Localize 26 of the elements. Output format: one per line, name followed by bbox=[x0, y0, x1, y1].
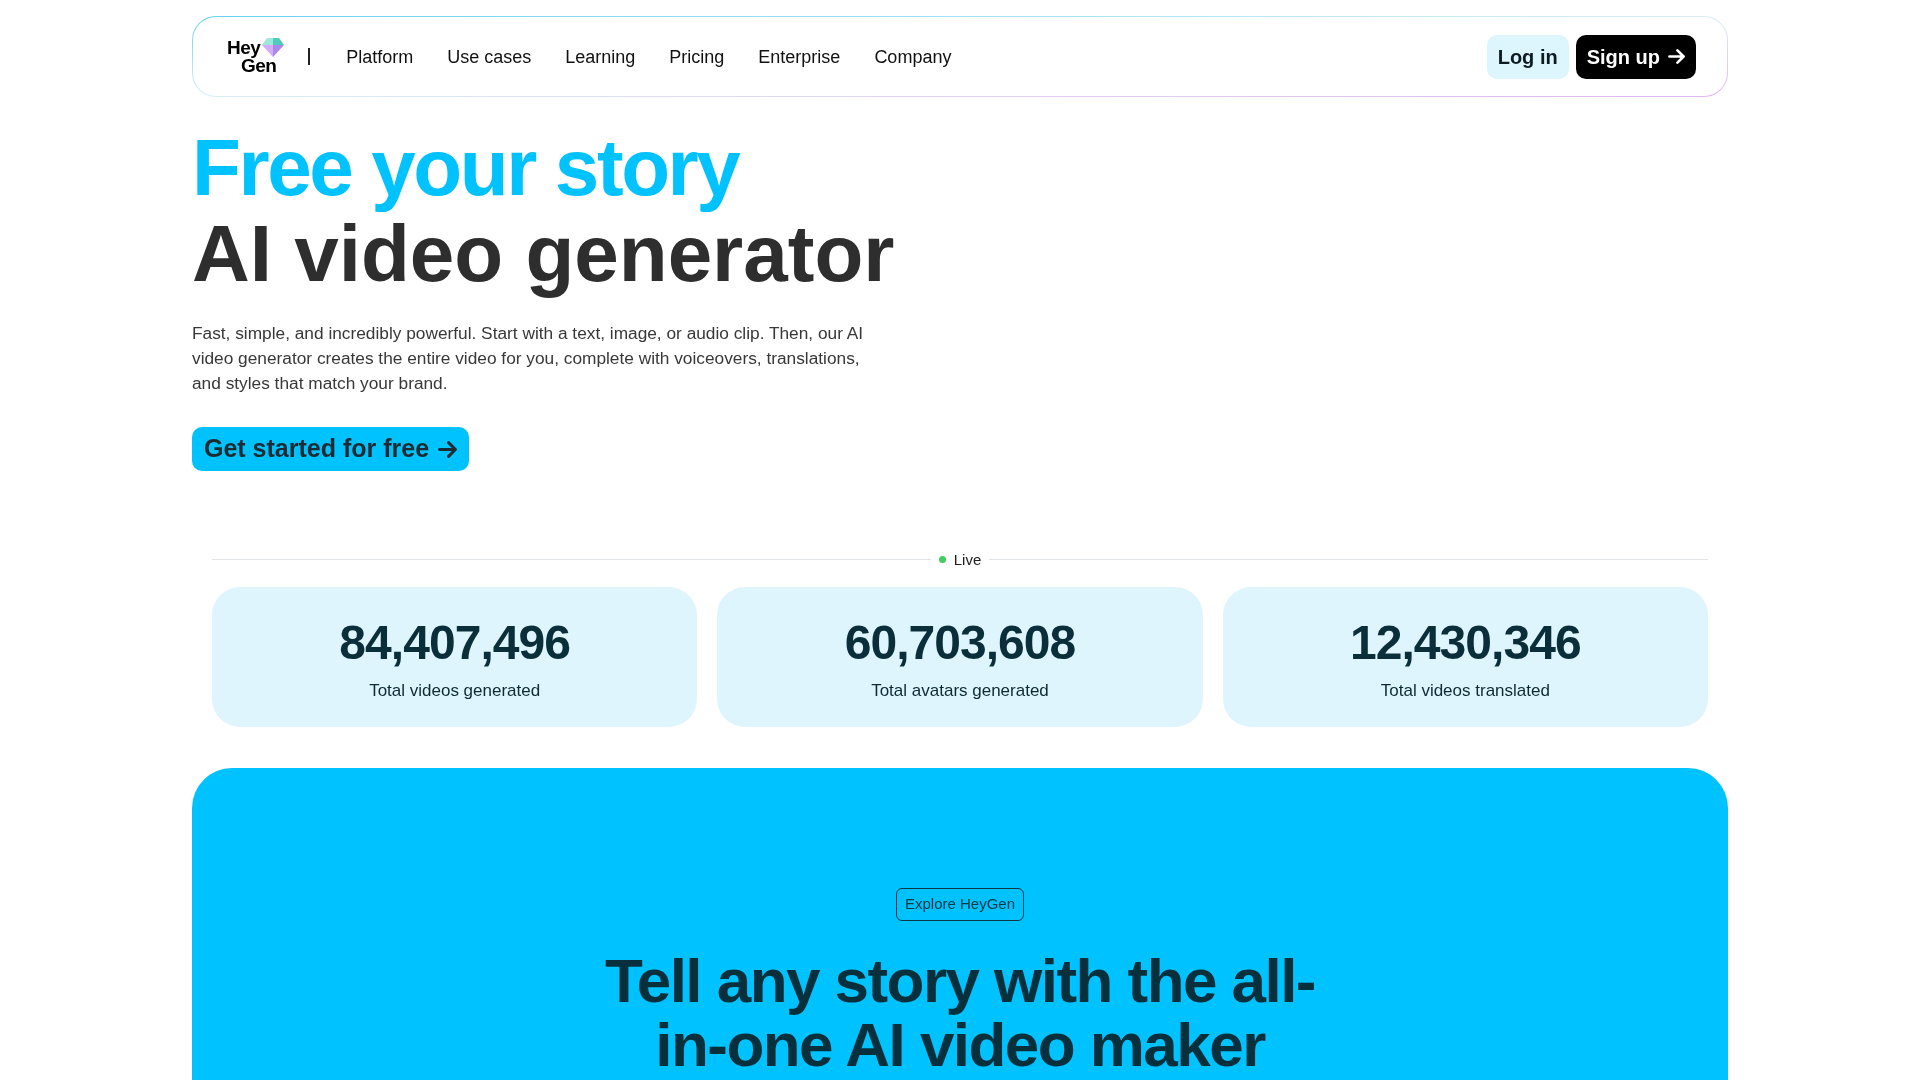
nav-link[interactable]: Pricing bbox=[669, 47, 725, 66]
nav-link[interactable]: Learning bbox=[565, 47, 636, 66]
hero-description: Fast, simple, and incredibly powerful. Start with a text, image, or audio clip. Then, our AI video generator creates the entire video for you, complete with voiceovers, translations, and styles that match your brand. bbox=[192, 322, 865, 395]
get-started-button[interactable]: Get started for free bbox=[192, 427, 470, 471]
stat-label: Total avatars generated bbox=[871, 680, 1049, 702]
login-button[interactable]: Log in bbox=[1486, 34, 1569, 79]
nav-link[interactable]: Company bbox=[874, 47, 952, 66]
nav-link[interactable]: Platform bbox=[346, 47, 414, 66]
nav-link[interactable]: Enterprise bbox=[758, 47, 841, 66]
nav-link[interactable]: Use cases bbox=[447, 47, 532, 66]
stat-value: 84,407,496 bbox=[339, 619, 570, 667]
arrow-right-icon bbox=[1668, 48, 1685, 65]
logo-text[interactable]: Hey bbox=[227, 38, 261, 57]
logo-text[interactable]: Gen bbox=[241, 56, 277, 75]
stat-value: 12,430,346 bbox=[1350, 619, 1581, 667]
gem-logo-icon bbox=[262, 37, 285, 57]
live-label: Live bbox=[953, 551, 982, 567]
stat-label: Total videos generated bbox=[369, 680, 541, 702]
stat-label: Total videos translated bbox=[1380, 680, 1550, 702]
explore-badge: Explore HeyGen bbox=[895, 888, 1025, 921]
signup-button[interactable]: Sign up bbox=[1575, 34, 1696, 79]
stat-value: 60,703,608 bbox=[844, 619, 1076, 667]
arrow-right-icon bbox=[438, 439, 458, 459]
section-heading: Tell any story with the all-in-one AI video maker bbox=[604, 949, 1316, 1077]
headline-accent: Free your story bbox=[192, 125, 739, 211]
headline: AI video generator bbox=[192, 211, 895, 297]
